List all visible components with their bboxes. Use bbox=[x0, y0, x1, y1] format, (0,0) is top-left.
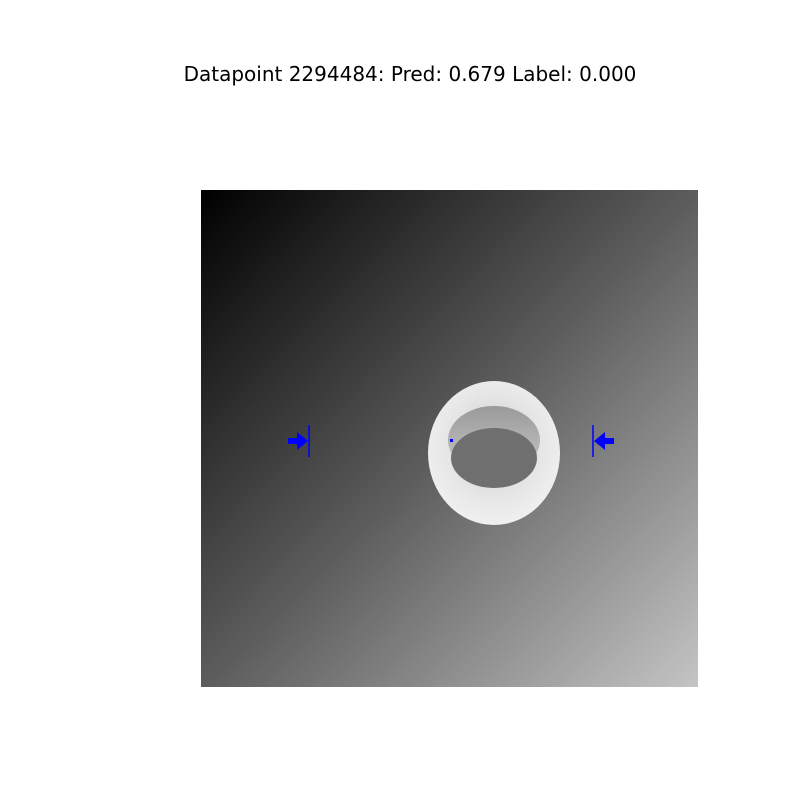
figure-title: Datapoint 2294484: Pred: 0.679 Label: 0.… bbox=[183, 62, 637, 86]
ring-object bbox=[428, 381, 560, 525]
depth-image-panel bbox=[201, 190, 698, 687]
right-arrow-marker bbox=[592, 425, 614, 457]
center-dot-marker bbox=[450, 439, 453, 442]
ring-hole bbox=[451, 428, 537, 488]
left-arrow-marker bbox=[288, 425, 310, 457]
depth-image-overlay bbox=[288, 381, 614, 525]
